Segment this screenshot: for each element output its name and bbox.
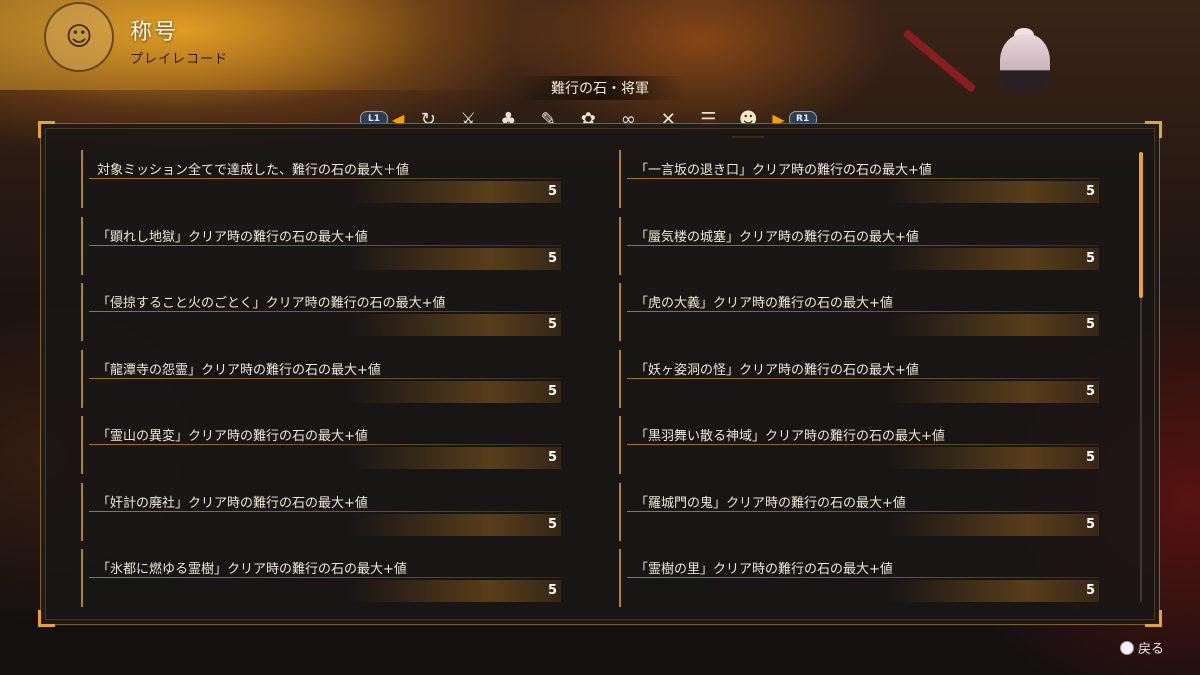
record-value: 5 (547, 450, 557, 465)
record-title: 「霊山の異変」クリア時の難行の石の最大+値 (97, 429, 368, 444)
records-column-left: 対象ミッション全てで達成した、難行の石の最大＋値 5 「顕れし地獄」クリア時の難行の… (81, 150, 561, 616)
category-label: 難行の石・将軍 (0, 76, 1200, 100)
record-value: 5 (547, 250, 557, 266)
record-divider (627, 577, 1099, 578)
record-divider (627, 311, 1099, 312)
record-row[interactable]: 「虎の大義」クリア時の難行の石の最大+値 5 (619, 283, 1099, 341)
record-row[interactable]: 対象ミッション全てで達成した、難行の石の最大＋値 5 (81, 150, 561, 208)
record-title: 「霊樹の里」クリア時の難行の石の最大+値 (635, 562, 893, 577)
panel-corner (38, 121, 55, 138)
records-column-right: 「一言坂の退き口」クリア時の難行の石の最大+値 5 「蜃気楼の城塞」クリア時の難行の… (619, 150, 1099, 616)
record-value-bar (627, 247, 1099, 270)
record-value-bar (627, 580, 1099, 602)
record-value: 5 (1085, 583, 1095, 598)
record-value-bar (627, 513, 1099, 536)
record-divider (89, 311, 561, 312)
record-title: 「龍潭寺の怨霊」クリア時の難行の石の最大+値 (97, 362, 381, 378)
record-divider (89, 377, 561, 379)
record-row[interactable]: 「霊樹の里」クリア時の難行の石の最大+値 5 (619, 549, 1099, 607)
record-value-bar (89, 380, 561, 403)
record-value: 5 (1085, 450, 1095, 465)
record-value: 5 (547, 383, 557, 399)
record-title: 「虎の大義」クリア時の難行の石の最大+値 (635, 296, 893, 311)
record-row[interactable]: 「妖ヶ姿洞の怪」クリア時の難行の石の最大+値 5 (619, 349, 1099, 408)
character-portrait-emblem-icon: ☺ (44, 2, 114, 72)
record-value-bar (89, 181, 561, 203)
record-row[interactable]: 「蜃気楼の城塞」クリア時の難行の石の最大+値 5 (619, 216, 1099, 275)
record-row[interactable]: 「奸計の廃社」クリア時の難行の石の最大+値 5 (81, 482, 561, 541)
back-button[interactable]: 戻る (1120, 638, 1164, 657)
record-title: 「氷都に燃ゆる霊樹」クリア時の難行の石の最大+値 (97, 562, 407, 577)
record-row[interactable]: 「霊山の異変」クリア時の難行の石の最大+値 5 (81, 416, 561, 474)
record-value-bar (89, 314, 561, 336)
record-value-bar (627, 447, 1099, 469)
record-value: 5 (547, 583, 557, 598)
record-row[interactable]: 「黒羽舞い散る神域」クリア時の難行の石の最大+値 5 (619, 416, 1099, 474)
record-title: 「顕れし地獄」クリア時の難行の石の最大+値 (97, 229, 368, 245)
record-row[interactable]: 「羅城門の鬼」クリア時の難行の石の最大+値 5 (619, 482, 1099, 541)
record-title: 「奸計の廃社」クリア時の難行の石の最大+値 (97, 495, 368, 511)
record-value-bar (89, 247, 561, 270)
records-panel: 対象ミッション全てで達成した、難行の石の最大＋値 5 「顕れし地獄」クリア時の難行の… (38, 121, 1162, 627)
record-title: 「蜃気楼の城塞」クリア時の難行の石の最大+値 (635, 229, 919, 245)
record-title: 「妖ヶ姿洞の怪」クリア時の難行の石の最大+値 (635, 362, 919, 378)
page-title: 称号 (130, 20, 179, 45)
record-value-bar (89, 447, 561, 469)
record-value: 5 (547, 516, 557, 532)
record-value: 5 (1085, 317, 1095, 332)
category-label-text: 難行の石・将軍 (515, 76, 685, 100)
record-title: 対象ミッション全てで達成した、難行の石の最大＋値 (97, 163, 410, 178)
panel-corner (38, 610, 55, 627)
back-label: 戻る (1138, 642, 1165, 657)
panel-corner (1145, 121, 1162, 138)
record-value-bar (89, 580, 561, 602)
page-subtitle: プレイレコード (130, 52, 229, 67)
record-title: 「羅城門の鬼」クリア時の難行の石の最大+値 (635, 495, 906, 511)
record-value: 5 (1085, 184, 1095, 199)
record-divider (627, 244, 1099, 246)
record-divider (89, 244, 561, 246)
record-value: 5 (1085, 250, 1095, 266)
record-divider (627, 377, 1099, 379)
panel-corner (1145, 610, 1162, 627)
record-value-bar (627, 181, 1099, 203)
record-row[interactable]: 「侵掠すること火のごとく」クリア時の難行の石の最大+値 5 (81, 283, 561, 341)
record-divider (627, 510, 1099, 512)
record-divider (89, 444, 561, 445)
record-value-bar (627, 380, 1099, 403)
record-divider (89, 577, 561, 578)
record-title: 「一言坂の退き口」クリア時の難行の石の最大+値 (635, 163, 932, 178)
record-title: 「黒羽舞い散る神域」クリア時の難行の石の最大+値 (635, 429, 945, 444)
record-divider (89, 178, 561, 179)
scrollbar-thumb[interactable] (1139, 152, 1143, 298)
record-divider (627, 178, 1099, 179)
circle-button-icon (1120, 640, 1134, 655)
record-row[interactable]: 「氷都に燃ゆる霊樹」クリア時の難行の石の最大+値 5 (81, 549, 561, 607)
record-title: 「侵掠すること火のごとく」クリア時の難行の石の最大+値 (97, 296, 446, 311)
record-divider (89, 510, 561, 512)
record-value-bar (627, 314, 1099, 336)
record-row[interactable]: 「一言坂の退き口」クリア時の難行の石の最大+値 5 (619, 150, 1099, 208)
record-value: 5 (1085, 383, 1095, 399)
record-value: 5 (1085, 516, 1095, 532)
record-divider (627, 444, 1099, 445)
record-value: 5 (547, 317, 557, 332)
record-value: 5 (547, 184, 557, 199)
record-row[interactable]: 「龍潭寺の怨霊」クリア時の難行の石の最大+値 5 (81, 349, 561, 408)
record-row[interactable]: 「顕れし地獄」クリア時の難行の石の最大+値 5 (81, 216, 561, 275)
record-value-bar (89, 513, 561, 536)
